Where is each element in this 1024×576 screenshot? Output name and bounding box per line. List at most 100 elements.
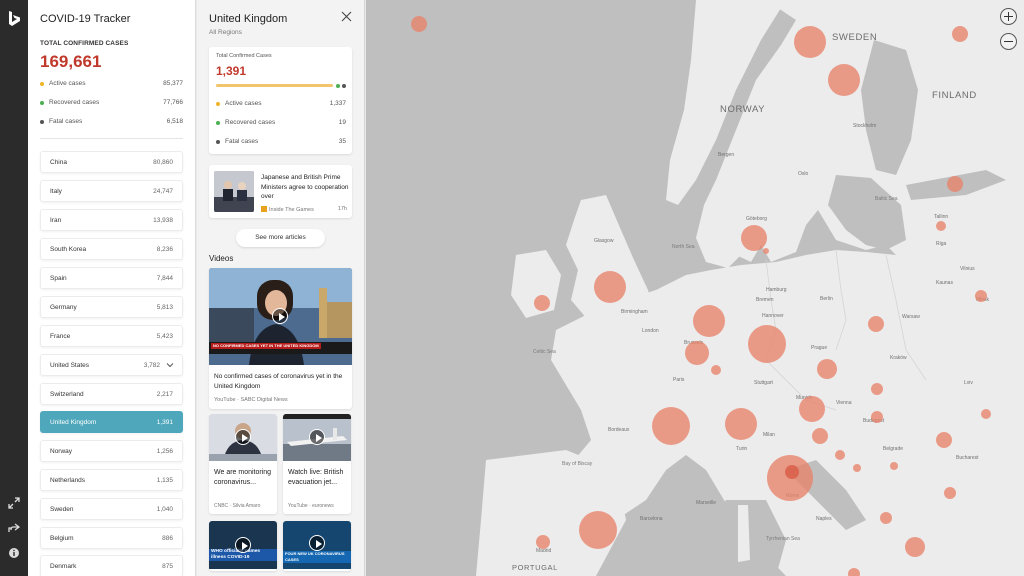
country-item-china[interactable]: China 80,860	[40, 151, 183, 173]
active-cases-value: 85,377	[163, 80, 183, 87]
region-recovered-value: 19	[338, 119, 346, 126]
share-icon[interactable]	[7, 522, 21, 536]
region-active-stat: Active cases 1,337	[216, 100, 346, 110]
play-icon[interactable]	[235, 537, 251, 553]
active-cases-label: Active cases	[49, 80, 86, 87]
close-icon[interactable]	[341, 11, 352, 22]
country-item-sweden[interactable]: Sweden 1,040	[40, 498, 183, 520]
map-label-sea: Baltic Sea	[875, 196, 898, 202]
video-card[interactable]: NO CONFIRMED CASES YET IN THE UNITED KIN…	[209, 268, 352, 409]
country-item-netherlands[interactable]: Netherlands 1,135	[40, 469, 183, 491]
country-item-denmark[interactable]: Denmark 875	[40, 555, 183, 576]
region-summary-card: Total Confirmed Cases 1,391 Active cases…	[209, 47, 352, 154]
region-fatal-label: Fatal cases	[225, 138, 259, 145]
map-label-city: Rome	[786, 493, 800, 499]
country-count: 875	[162, 563, 173, 570]
map-label-city: Barcelona	[640, 516, 663, 522]
zoom-in-button[interactable]	[1000, 8, 1017, 25]
country-item-germany[interactable]: Germany 5,813	[40, 296, 183, 318]
country-name: South Korea	[50, 246, 87, 253]
recovered-cases-label: Recovered cases	[49, 99, 100, 106]
country-item-iran[interactable]: Iran 13,938	[40, 209, 183, 231]
news-article-card[interactable]: Japanese and British Prime Ministers agr…	[209, 165, 352, 218]
video-title[interactable]: We are monitoring coronavirus...	[214, 468, 274, 488]
map-label-city: Paris	[673, 377, 685, 383]
fatal-cases-stat: Fatal cases 6,518	[40, 118, 183, 128]
info-icon[interactable]	[7, 547, 21, 561]
video-thumbnail[interactable]	[209, 414, 277, 461]
recovered-cases-stat: Recovered cases 77,766	[40, 99, 183, 109]
video-card[interactable]: WHO officially names illness COVID-19	[209, 521, 277, 571]
country-item-belgium[interactable]: Belgium 886	[40, 527, 183, 549]
map-view[interactable]: SWEDEN NORWAY FINLAND Bergen Oslo Stockh…	[366, 0, 1024, 576]
map-label-city: Lviv	[964, 380, 973, 386]
video-card[interactable]: We are monitoring coronavirus... CNBC · …	[209, 414, 277, 514]
country-name: Italy	[50, 188, 62, 195]
country-name: Denmark	[50, 563, 77, 570]
country-item-switzerland[interactable]: Switzerland 2,217	[40, 383, 183, 405]
news-headline[interactable]: Japanese and British Prime Ministers agr…	[261, 173, 349, 202]
play-icon[interactable]	[272, 308, 288, 324]
country-count: 886	[162, 535, 173, 542]
country-count: 3,782	[143, 362, 160, 369]
country-count: 2,217	[156, 391, 173, 398]
zoom-out-button[interactable]	[1000, 33, 1017, 50]
country-item-south-korea[interactable]: South Korea 8,236	[40, 238, 183, 260]
map-label-city: Bremen	[756, 297, 774, 303]
map-label-city: Oslo	[798, 171, 809, 177]
country-name: United Kingdom	[50, 419, 97, 426]
map-label-city: Turin	[736, 446, 748, 452]
fatal-cases-value: 6,518	[166, 118, 183, 125]
country-count: 80,860	[153, 159, 173, 166]
map-label-city: Naples	[816, 516, 832, 522]
region-detail-panel: United Kingdom All Regions Total Confirm…	[197, 0, 365, 576]
country-item-france[interactable]: France 5,423	[40, 325, 183, 347]
map-label-sea: North Sea	[672, 244, 695, 250]
video-title[interactable]: Watch live: British evacuation jet...	[288, 468, 348, 488]
total-confirmed-value: 169,661	[40, 52, 102, 71]
video-thumbnail[interactable]	[283, 414, 351, 461]
source-logo-icon	[261, 206, 267, 212]
video-thumbnail[interactable]: NO CONFIRMED CASES YET IN THE UNITED KIN…	[209, 268, 352, 365]
video-thumbnail[interactable]: FOUR NEW UK CORONAVIRUS CASES	[283, 521, 351, 569]
country-item-italy[interactable]: Italy 24,747	[40, 180, 183, 202]
map-label-country: PORTUGAL	[512, 563, 558, 572]
region-recovered-stat: Recovered cases 19	[216, 119, 346, 129]
bing-logo-icon[interactable]	[7, 11, 21, 27]
country-item-united-states[interactable]: United States 3,782	[40, 354, 183, 376]
map-label-city: London	[642, 328, 659, 334]
active-cases-stat: Active cases 85,377	[40, 80, 183, 90]
country-count: 5,423	[156, 333, 173, 340]
country-item-norway[interactable]: Norway 1,256	[40, 440, 183, 462]
video-thumbnail[interactable]: WHO officially names illness COVID-19	[209, 521, 277, 569]
play-icon[interactable]	[309, 535, 325, 551]
region-recovered-label: Recovered cases	[225, 119, 276, 126]
videos-heading: Videos	[209, 254, 234, 263]
country-name: Spain	[50, 275, 67, 282]
play-icon[interactable]	[309, 429, 325, 445]
video-card[interactable]: FOUR NEW UK CORONAVIRUS CASES	[283, 521, 351, 571]
chevron-down-icon[interactable]	[166, 361, 174, 369]
country-count: 8,236	[156, 246, 173, 253]
map-label-city: Berlin	[820, 296, 833, 302]
country-count: 7,844	[156, 275, 173, 282]
country-count: 1,391	[156, 419, 173, 426]
map-label-city: Bergen	[718, 152, 735, 158]
country-name: Netherlands	[50, 477, 86, 484]
video-caption-overlay: FOUR NEW UK CORONAVIRUS CASES	[283, 551, 351, 563]
country-name: Norway	[50, 448, 73, 455]
recovered-cases-value: 77,766	[163, 99, 183, 106]
region-subtitle[interactable]: All Regions	[209, 29, 242, 36]
video-title[interactable]: No confirmed cases of coronavirus yet in…	[214, 372, 348, 392]
fullscreen-icon[interactable]	[7, 497, 21, 511]
country-item-spain[interactable]: Spain 7,844	[40, 267, 183, 289]
active-dot-icon	[40, 82, 44, 86]
country-name: Sweden	[50, 506, 74, 513]
play-icon[interactable]	[235, 429, 251, 445]
see-more-articles-button[interactable]: See more articles	[236, 229, 325, 247]
country-count: 1,256	[156, 448, 173, 455]
news-source: Inside The Games	[261, 206, 314, 213]
country-item-united-kingdom[interactable]: United Kingdom 1,391	[40, 411, 183, 433]
map-label-city: Kraków	[890, 355, 907, 361]
video-card[interactable]: Watch live: British evacuation jet... Yo…	[283, 414, 351, 514]
